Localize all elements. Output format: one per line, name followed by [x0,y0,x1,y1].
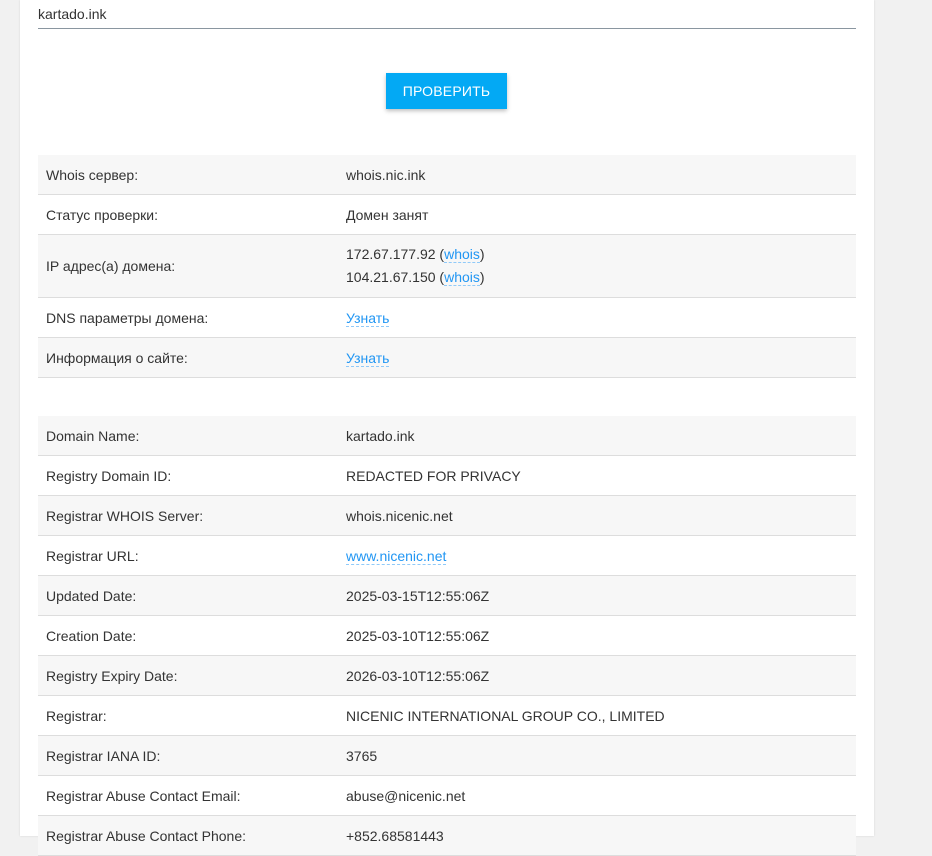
site-info-value: Узнать [338,337,856,378]
table-row: Whois сервер: whois.nic.ink [38,155,856,195]
row-value: NICENIC INTERNATIONAL GROUP CO., LIMITED [338,695,856,736]
table-row: Registrar WHOIS Server: whois.nicenic.ne… [38,495,856,536]
table-row: Registrar Abuse Contact Email: abuse@nic… [38,775,856,816]
table-row: Registrar URL: www.nicenic.net [38,535,856,576]
ip-label: IP адрес(а) домена: [38,234,338,298]
site-info-label: Информация о сайте: [38,337,338,378]
ip-values: 172.67.177.92 (whois) 104.21.67.150 (who… [338,234,856,298]
table-row: Registrar: NICENIC INTERNATIONAL GROUP C… [38,695,856,736]
row-label: Updated Date: [38,575,338,616]
ip-whois-link[interactable]: whois [444,246,480,263]
table-row: Статус проверки: Домен занят [38,194,856,235]
domain-input[interactable] [38,0,856,29]
whois-table: Domain Name: kartado.ink Registry Domain… [38,416,856,856]
status-label: Статус проверки: [38,194,338,235]
row-label: Domain Name: [38,416,338,456]
row-value: 2025-03-10T12:55:06Z [338,615,856,656]
status-value: Домен занят [338,194,856,235]
ip-entry: 172.67.177.92 (whois) [346,246,485,263]
row-value: www.nicenic.net [338,535,856,576]
row-value: REDACTED FOR PRIVACY [338,455,856,496]
row-label: Registrar Abuse Contact Email: [38,775,338,816]
table-row: Creation Date: 2025-03-10T12:55:06Z [38,615,856,656]
site-info-link[interactable]: Узнать [346,349,390,367]
row-label: Registry Expiry Date: [38,655,338,696]
row-value: kartado.ink [338,416,856,456]
ip-address: 104.21.67.150 [346,269,436,285]
row-value: 2026-03-10T12:55:06Z [338,655,856,696]
check-button[interactable]: ПРОВЕРИТЬ [386,73,507,109]
row-label: Registry Domain ID: [38,455,338,496]
dns-label: DNS параметры домена: [38,297,338,338]
row-value: 2025-03-15T12:55:06Z [338,575,856,616]
row-value: abuse@nicenic.net [338,775,856,816]
ip-address: 172.67.177.92 [346,246,436,262]
row-value: whois.nicenic.net [338,495,856,536]
summary-table: Whois сервер: whois.nic.ink Статус прове… [38,155,856,378]
table-row: Registry Expiry Date: 2026-03-10T12:55:0… [38,655,856,696]
table-row: Domain Name: kartado.ink [38,416,856,456]
whois-card: ПРОВЕРИТЬ Whois сервер: whois.nic.ink Ст… [20,0,874,856]
whois-server-label: Whois сервер: [38,155,338,195]
ip-whois-link[interactable]: whois [444,269,480,286]
table-row: Информация о сайте: Узнать [38,337,856,378]
registrar-url-link[interactable]: www.nicenic.net [346,547,447,565]
row-value: 3765 [338,735,856,776]
dns-value: Узнать [338,297,856,338]
table-row: IP адрес(а) домена: 172.67.177.92 (whois… [38,234,856,298]
row-label: Creation Date: [38,615,338,656]
table-row: Updated Date: 2025-03-15T12:55:06Z [38,575,856,616]
dns-link[interactable]: Узнать [346,309,390,327]
table-row: Registry Domain ID: REDACTED FOR PRIVACY [38,455,856,496]
row-label: Registrar: [38,695,338,736]
whois-server-value: whois.nic.ink [338,155,856,195]
table-row: DNS параметры домена: Узнать [38,297,856,338]
row-label: Registrar IANA ID: [38,735,338,776]
row-label: Registrar URL: [38,535,338,576]
table-row: Registrar IANA ID: 3765 [38,735,856,776]
row-label: Registrar WHOIS Server: [38,495,338,536]
ip-entry: 104.21.67.150 (whois) [346,269,485,286]
